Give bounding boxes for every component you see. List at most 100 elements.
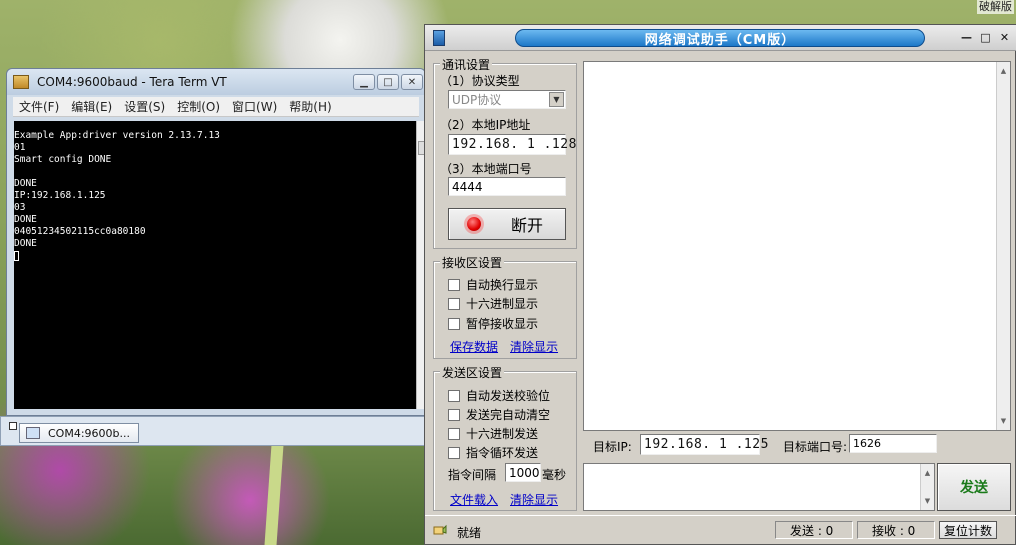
- terminal-line: DONE: [14, 178, 37, 189]
- received-counter: 接收 : 0: [857, 521, 935, 539]
- receive-textarea[interactable]: ▲ ▼: [583, 61, 1011, 431]
- interval-unit: 毫秒: [542, 468, 567, 482]
- reset-count-button[interactable]: 复位计数: [939, 521, 997, 539]
- teraterm-menubar: 文件(F) 编辑(E) 设置(S) 控制(O) 窗口(W) 帮助(H): [13, 97, 419, 117]
- hex-display-checkbox[interactable]: 十六进制显示: [448, 295, 538, 312]
- checkbox-label: 发送完自动清空: [466, 408, 551, 422]
- close-icon[interactable]: ✕: [996, 30, 1013, 45]
- clear-send-link[interactable]: 清除显示: [510, 491, 558, 508]
- target-port-field[interactable]: 1626: [849, 434, 937, 453]
- send-textarea[interactable]: ▲ ▼: [583, 463, 935, 511]
- disconnect-button[interactable]: 断开: [448, 208, 566, 240]
- menu-control[interactable]: 控制(O): [171, 98, 226, 115]
- menu-window[interactable]: 窗口(W): [226, 98, 283, 115]
- chevron-down-icon[interactable]: ▼: [549, 92, 564, 107]
- comm-settings-title: 通讯设置: [440, 56, 493, 73]
- minimize-icon[interactable]: —: [958, 30, 975, 45]
- menu-setup[interactable]: 设置(S): [118, 98, 171, 115]
- scroll-up-icon[interactable]: ▲: [997, 64, 1010, 78]
- target-ip-label: 目标IP:: [593, 440, 632, 454]
- connection-indicator-icon: [467, 217, 481, 231]
- loop-send-checkbox[interactable]: 指令循环发送: [448, 444, 538, 461]
- receive-settings-title: 接收区设置: [440, 254, 505, 271]
- sent-counter: 发送 : 0: [775, 521, 853, 539]
- checkbox-box[interactable]: [448, 317, 460, 330]
- netassist-title: 网络调试助手（CM版）: [515, 29, 925, 48]
- send-scrollbar[interactable]: ▲ ▼: [920, 464, 934, 510]
- checkbox-label: 自动换行显示: [466, 278, 539, 292]
- protocol-value: UDP协议: [452, 93, 502, 107]
- scroll-down-icon[interactable]: ▼: [921, 494, 934, 508]
- pause-display-checkbox[interactable]: 暂停接收显示: [448, 315, 538, 332]
- terminal-cursor: [14, 250, 19, 261]
- local-ip-label: （2）本地IP地址: [440, 118, 531, 132]
- terminal-line: 01: [14, 142, 26, 153]
- taskbar-label: COM4:9600b...: [48, 426, 131, 440]
- terminal-line: Example App:driver version 2.13.7.13: [14, 130, 220, 141]
- netassist-titlebar[interactable]: 网络调试助手（CM版） — □ ✕: [425, 25, 1016, 51]
- clear-receive-link[interactable]: 清除显示: [510, 338, 558, 355]
- teraterm-taskbar-button[interactable]: COM4:9600b...: [19, 423, 139, 443]
- interval-label: 指令间隔: [448, 468, 497, 482]
- target-port-label: 目标端口号:: [783, 440, 848, 454]
- checkbox-label: 指令循环发送: [466, 446, 539, 460]
- terminal-line: 04051234502115cc0a80180: [14, 226, 146, 237]
- auto-clear-checkbox[interactable]: 发送完自动清空: [448, 406, 550, 423]
- send-settings-group: 发送区设置 自动发送校验位 发送完自动清空 十六进制发送 指令循环发送 指令间隔…: [433, 364, 577, 511]
- local-port-label: （3）本地端口号: [440, 162, 532, 176]
- hex-send-checkbox[interactable]: 十六进制发送: [448, 425, 538, 442]
- minimize-icon[interactable]: ▁: [353, 74, 375, 90]
- save-data-link[interactable]: 保存数据: [450, 338, 498, 355]
- teraterm-window: COM4:9600baud - Tera Term VT ▁ □ ✕ 文件(F)…: [6, 68, 426, 416]
- status-bar: 就绪 发送 : 0 接收 : 0 复位计数: [425, 515, 1016, 545]
- status-icon: [433, 524, 447, 535]
- checkbox-box[interactable]: [448, 427, 460, 440]
- scroll-down-icon[interactable]: ▼: [997, 414, 1010, 428]
- terminal-icon: [26, 427, 40, 439]
- terminal-line: DONE: [14, 214, 37, 225]
- desktop-corner-text: 破解版: [977, 0, 1014, 14]
- maximize-icon[interactable]: □: [377, 74, 399, 90]
- auto-checksum-checkbox[interactable]: 自动发送校验位: [448, 387, 550, 404]
- local-ip-field[interactable]: 192.168. 1 .128: [448, 134, 576, 155]
- checkbox-box[interactable]: [448, 278, 460, 291]
- teraterm-titlebar[interactable]: COM4:9600baud - Tera Term VT ▁ □ ✕: [7, 69, 425, 95]
- receive-settings-group: 接收区设置 自动换行显示 十六进制显示 暂停接收显示 保存数据 清除显示: [433, 254, 577, 359]
- close-icon[interactable]: ✕: [401, 74, 423, 90]
- checkbox-label: 暂停接收显示: [466, 317, 539, 331]
- terminal-line: Smart config DONE: [14, 154, 112, 165]
- interval-input[interactable]: 1000: [505, 463, 541, 482]
- scroll-up-icon[interactable]: ▲: [921, 466, 934, 480]
- local-port-field[interactable]: 4444: [448, 177, 566, 196]
- flower-stem: [264, 439, 284, 545]
- menu-help[interactable]: 帮助(H): [283, 98, 337, 115]
- receive-scrollbar[interactable]: ▲ ▼: [996, 62, 1010, 430]
- menu-edit[interactable]: 编辑(E): [65, 98, 118, 115]
- protocol-label: （1）协议类型: [440, 74, 520, 88]
- netassist-window: 网络调试助手（CM版） — □ ✕ 通讯设置 （1）协议类型 UDP协议 ▼ （…: [424, 24, 1016, 545]
- file-load-link[interactable]: 文件载入: [450, 491, 498, 508]
- checkbox-label: 十六进制发送: [466, 427, 539, 441]
- teraterm-taskbar-strip: COM4:9600b...: [0, 416, 426, 446]
- checkbox-label: 十六进制显示: [466, 297, 539, 311]
- target-ip-field[interactable]: 192.168. 1 .125: [640, 434, 768, 455]
- maximize-icon[interactable]: □: [977, 30, 994, 45]
- disconnect-label: 断开: [511, 216, 544, 235]
- teraterm-app-icon: [13, 75, 29, 89]
- terminal-line: IP:192.168.1.125: [14, 190, 106, 201]
- auto-wrap-checkbox[interactable]: 自动换行显示: [448, 276, 538, 293]
- netassist-app-icon: [433, 30, 445, 46]
- terminal-line: DONE: [14, 238, 37, 249]
- menu-file[interactable]: 文件(F): [13, 98, 65, 115]
- checkbox-label: 自动发送校验位: [466, 389, 551, 403]
- status-ready: 就绪: [457, 526, 482, 540]
- checkbox-box[interactable]: [448, 297, 460, 310]
- checkbox-box[interactable]: [448, 389, 460, 402]
- terminal-output[interactable]: Example App:driver version 2.13.7.13 01 …: [14, 121, 416, 409]
- checkbox-box[interactable]: [448, 408, 460, 421]
- checkbox-box[interactable]: [448, 446, 460, 459]
- protocol-select[interactable]: UDP协议 ▼: [448, 90, 566, 109]
- send-button[interactable]: 发送: [937, 463, 1011, 511]
- pin-icon: [9, 422, 17, 430]
